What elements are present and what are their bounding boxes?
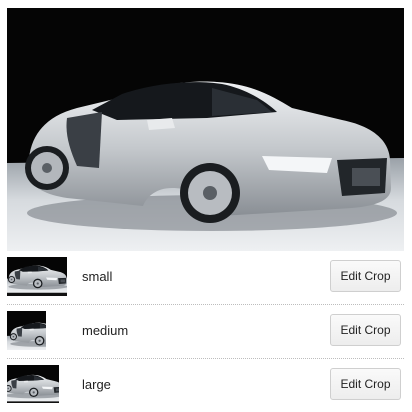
crop-row-small: small Edit Crop [7,251,404,305]
edit-crop-button-medium[interactable]: Edit Crop [330,314,401,346]
thumbnail-large [7,365,59,403]
crop-list: small Edit Crop medium Edit Crop large E… [7,251,404,412]
crop-label-medium: medium [82,323,129,338]
crop-row-large: large Edit Crop [7,359,404,412]
crop-label-large: large [82,377,111,392]
crop-row-medium: medium Edit Crop [7,305,404,359]
edit-crop-button-large[interactable]: Edit Crop [330,368,401,400]
main-image [7,8,404,251]
thumbnail-small [7,257,67,296]
thumbnail-medium [7,311,46,350]
crop-label-small: small [82,269,113,284]
edit-crop-button-small[interactable]: Edit Crop [330,260,401,292]
car-photo [7,8,404,251]
